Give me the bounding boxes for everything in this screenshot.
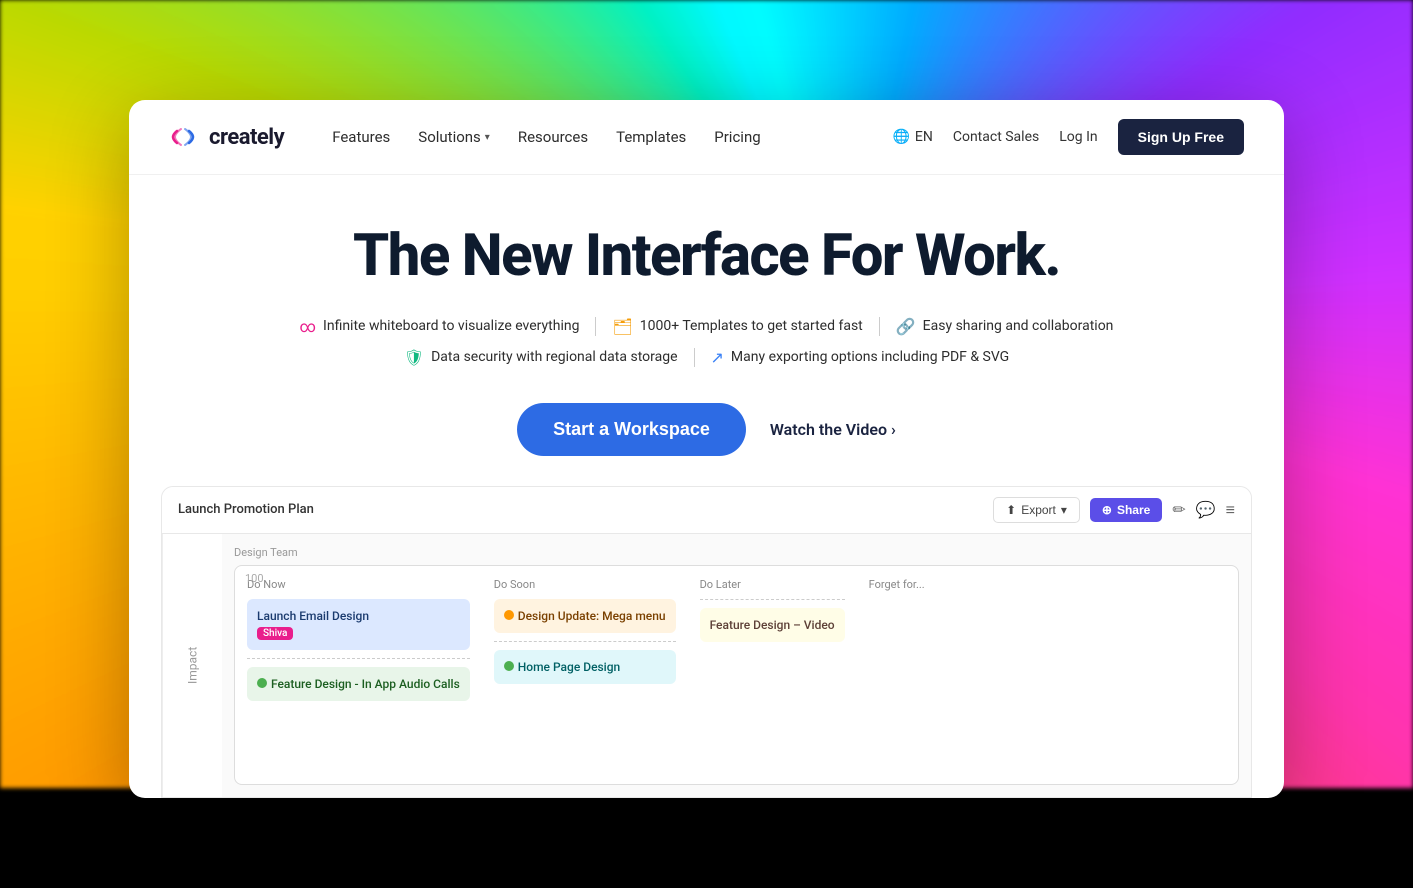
kanban-card-feature-design: Feature Design - In App Audio Calls [247,667,470,701]
hero-features-row2: 🛡 Data security with regional data stora… [169,348,1244,367]
chevron-down-icon: ▾ [485,132,490,143]
kanban-col-do-now: Do Now Launch Email Design Shiva Feature… [247,578,470,772]
kanban-card-home-page: Home Page Design [494,650,676,684]
kanban-col-forget: Forget for... [869,578,1009,772]
hero-features-row1: ∞ Infinite whiteboard to visualize every… [169,317,1244,336]
nav-links: Features Solutions ▾ Resources Templates… [332,128,860,146]
logo[interactable]: creately [169,125,284,150]
infinite-icon: ∞ [300,317,316,336]
x-axis-label: 100 [245,572,264,585]
feature-security: 🛡 Data security with regional data stora… [388,348,695,367]
export-icon: ↗ [711,348,724,367]
nav-right: 🌐 EN Contact Sales Log In Sign Up Free [892,119,1244,155]
col-header-do-later: Do Later [700,578,845,591]
signup-button[interactable]: Sign Up Free [1118,119,1244,155]
dashed-divider [247,658,470,659]
demo-export-button[interactable]: ⬆ Export ▾ [993,497,1080,523]
demo-preview: Launch Promotion Plan ⬆ Export ▾ ⊕ Share… [161,486,1252,798]
share-icon: 🔗 [896,317,916,336]
hero-cta: Start a Workspace Watch the Video › [169,403,1244,456]
col-header-do-soon: Do Soon [494,578,676,591]
chevron-down-icon: ▾ [1061,503,1067,517]
globe-icon: 🌐 [892,129,909,145]
demo-body: Impact Design Team 100 Do Now Launch Ema… [162,534,1251,797]
feature-sharing: 🔗 Easy sharing and collaboration [880,317,1130,336]
chevron-right-icon: › [891,420,896,439]
templates-icon: 🗂 [612,317,632,336]
shield-icon: 🛡 [404,348,424,367]
col-header-do-now: Do Now [247,578,470,591]
share-icon: ⊕ [1102,503,1112,517]
kanban-card-video: Feature Design – Video [700,608,845,642]
dot-orange-icon [504,610,514,620]
language-selector[interactable]: 🌐 EN [892,129,932,145]
hero-title: The New Interface For Work. [169,225,1244,289]
y-axis-label: Impact [162,534,222,797]
login-link[interactable]: Log In [1059,129,1097,145]
main-content-card: creately Features Solutions ▾ Resources … [129,100,1284,798]
settings-icon[interactable]: ≡ [1226,500,1235,520]
dashed-divider-2 [494,641,676,642]
contact-sales-link[interactable]: Contact Sales [953,129,1039,145]
start-workspace-button[interactable]: Start a Workspace [517,403,746,456]
comment-icon[interactable]: 💬 [1196,500,1216,519]
kanban-col-do-later: Do Later Feature Design – Video [700,578,845,772]
navbar: creately Features Solutions ▾ Resources … [129,100,1284,175]
kanban-card-email-design: Launch Email Design Shiva [247,599,470,650]
col-header-forget: Forget for... [869,578,1009,591]
nav-resources[interactable]: Resources [518,128,588,146]
nav-pricing[interactable]: Pricing [714,128,760,146]
watch-video-link[interactable]: Watch the Video › [770,420,896,439]
dot-green-icon [257,678,267,688]
demo-share-button[interactable]: ⊕ Share [1090,498,1162,522]
logo-text: creately [209,125,284,150]
demo-toolbar: Launch Promotion Plan ⬆ Export ▾ ⊕ Share… [162,487,1251,534]
card-tag-shiva: Shiva [257,627,293,640]
edit-icon[interactable]: ✏ [1172,500,1185,519]
kanban-board: 100 Do Now Launch Email Design Shiva Fea… [234,565,1239,785]
demo-toolbar-icons: ✏ 💬 ≡ [1172,500,1235,520]
hero-section: The New Interface For Work. ∞ Infinite w… [129,175,1284,486]
feature-infinite: ∞ Infinite whiteboard to visualize every… [284,317,597,336]
dot-green-icon-2 [504,661,514,671]
nav-solutions[interactable]: Solutions ▾ [418,128,490,146]
demo-title: Launch Promotion Plan [178,502,983,517]
demo-canvas: Design Team 100 Do Now Launch Email Desi… [222,534,1251,797]
nav-templates[interactable]: Templates [616,128,686,146]
export-icon: ⬆ [1006,503,1016,517]
design-team-label: Design Team [234,546,1239,559]
nav-features[interactable]: Features [332,128,390,146]
kanban-card-design-update: Design Update: Mega menu [494,599,676,633]
kanban-col-do-soon: Do Soon Design Update: Mega menu Home Pa… [494,578,676,772]
feature-templates: 🗂 1000+ Templates to get started fast [596,317,879,336]
dashed-divider-3 [700,599,845,600]
feature-export: ↗ Many exporting options including PDF &… [695,348,1026,367]
logo-icon [169,125,201,149]
